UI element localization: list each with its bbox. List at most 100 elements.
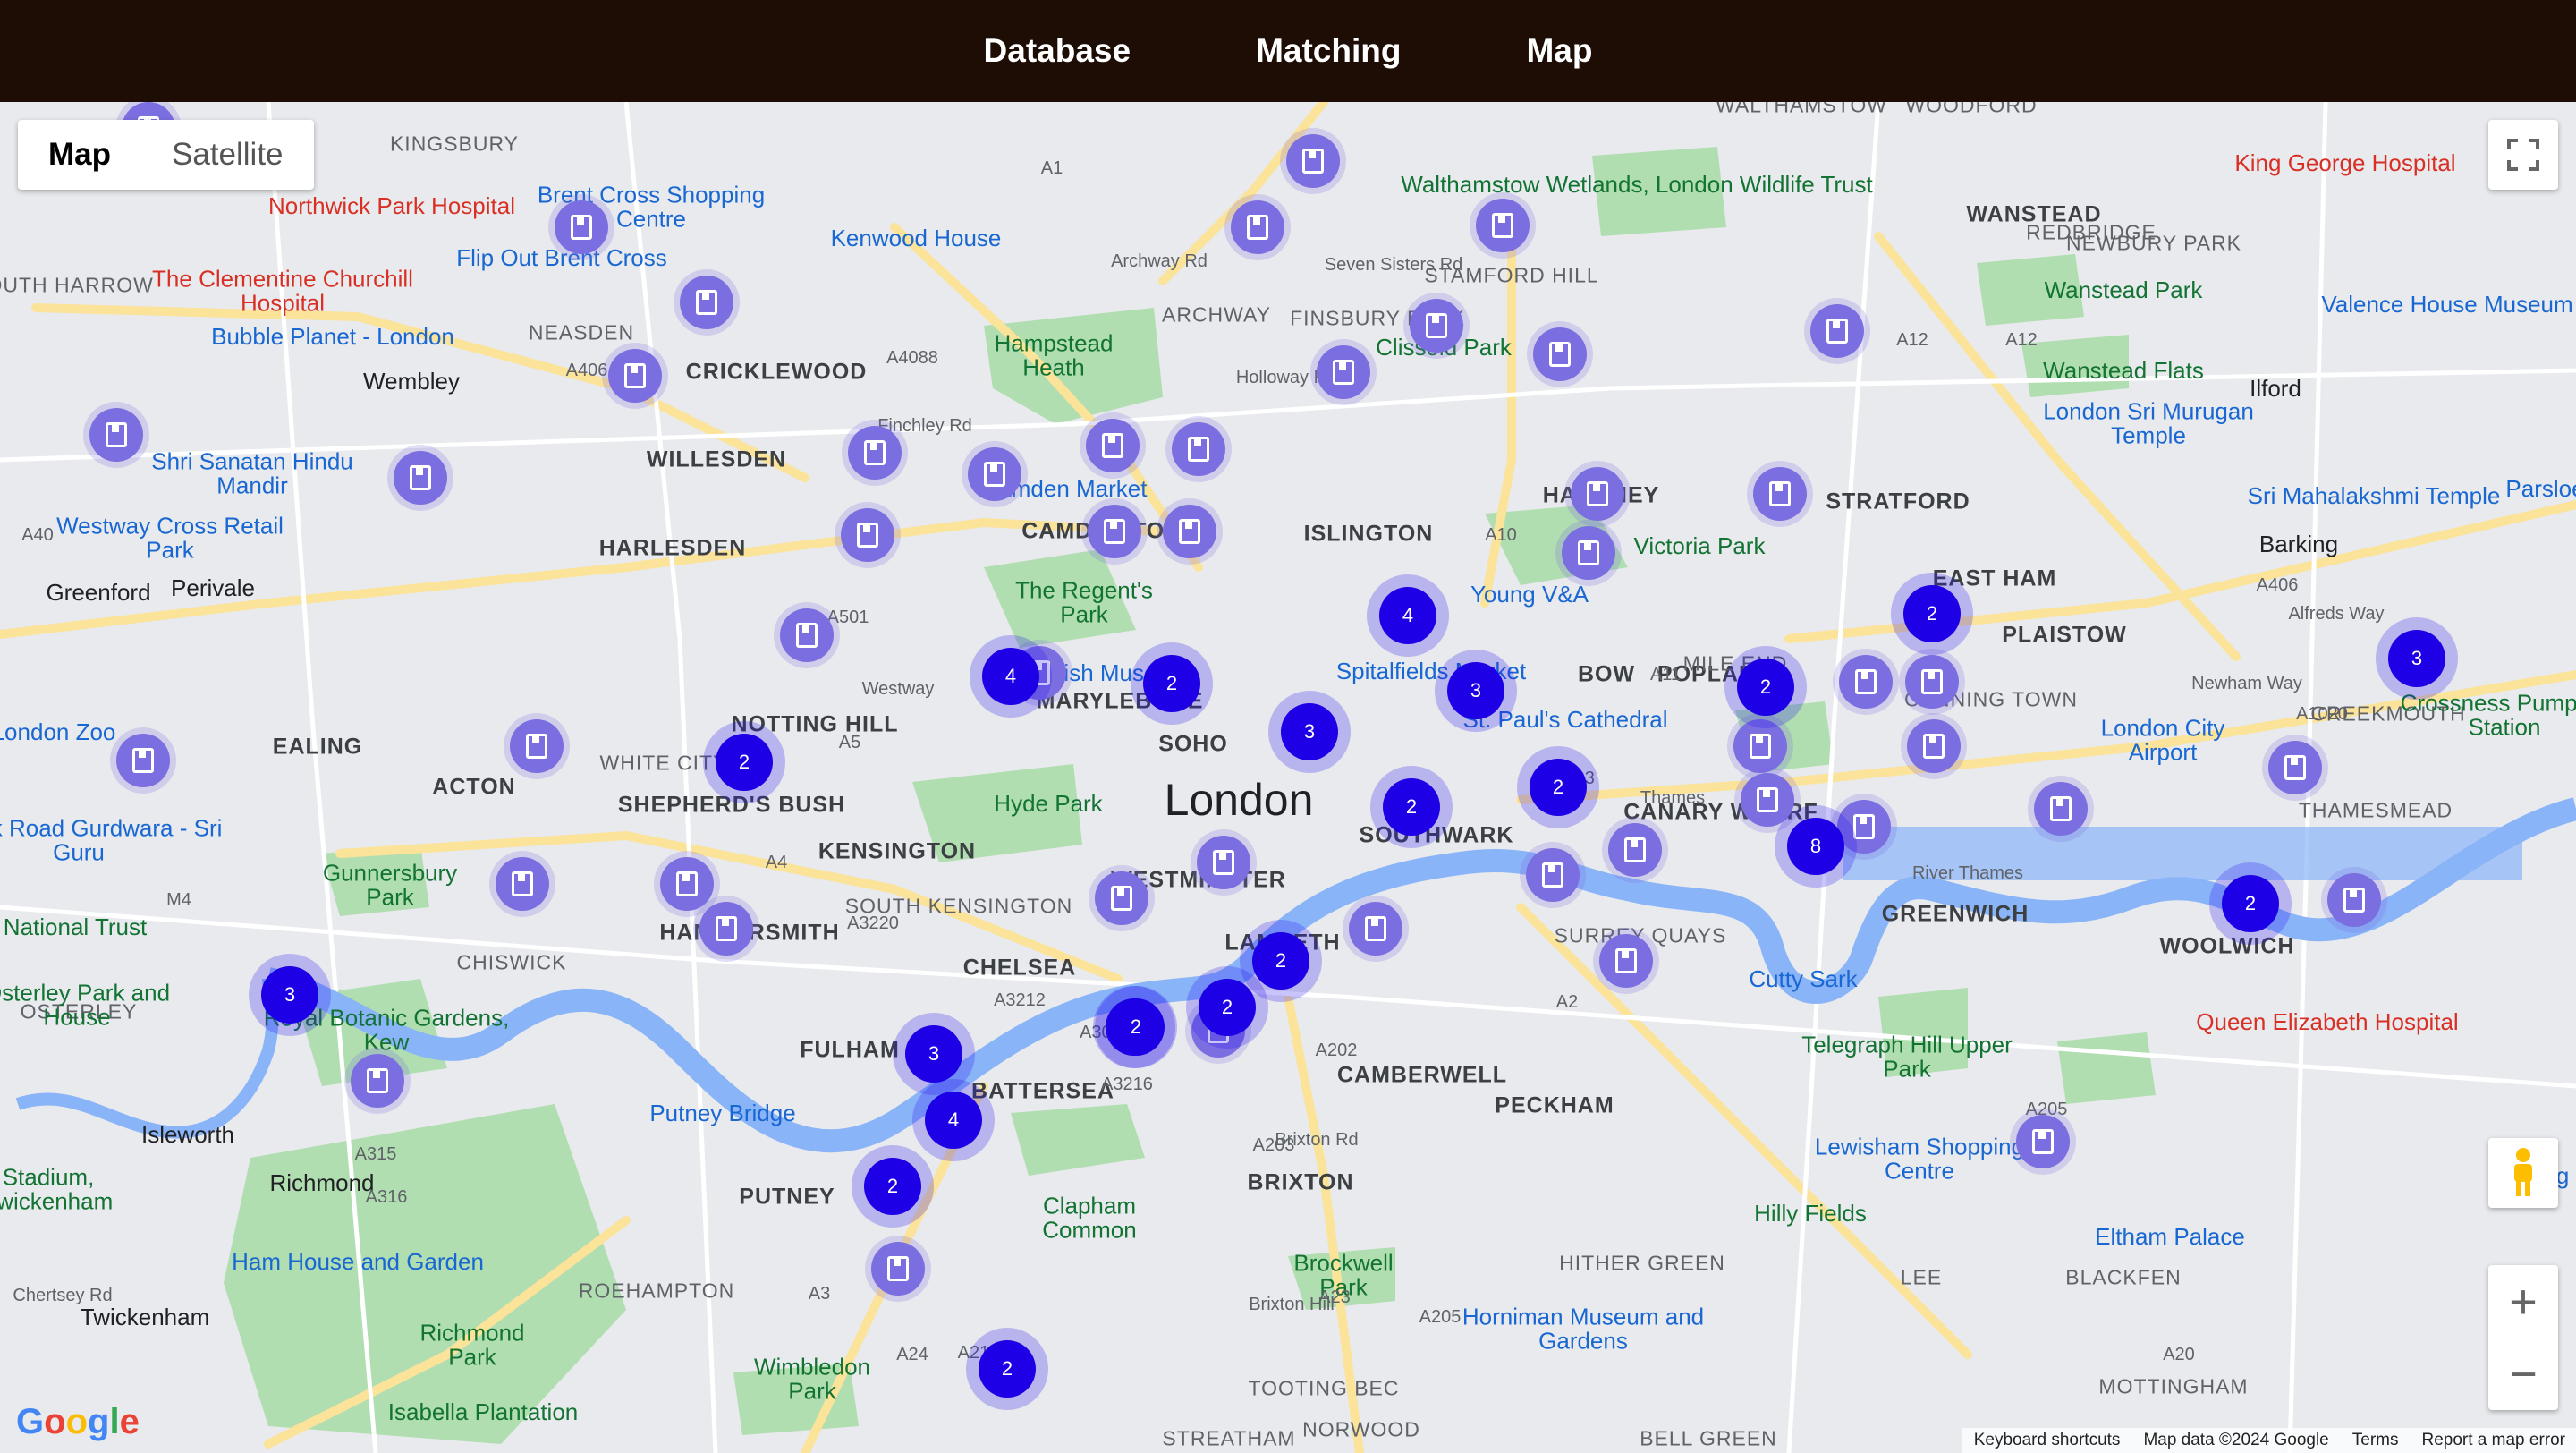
fullscreen-button[interactable] [2488,120,2558,190]
map-label: Telegraph Hill Upper Park [1801,1031,2012,1083]
book-icon [2016,1115,2070,1168]
library-marker[interactable] [1224,194,1291,260]
marker-cluster[interactable]: 2 [1517,746,1599,828]
library-marker[interactable] [1280,128,1346,194]
map-label: Putney Bridge [649,1100,796,1126]
map-type-satellite-button[interactable]: Satellite [141,120,314,190]
library-marker[interactable] [1833,649,1899,715]
zoom-in-button[interactable]: + [2488,1266,2558,1338]
nav-map[interactable]: Map [1526,32,1592,70]
library-marker[interactable] [1602,817,1668,883]
library-marker[interactable] [2321,867,2387,933]
library-marker[interactable] [1901,713,1967,779]
marker-cluster[interactable]: 2 [852,1145,934,1228]
nav-database[interactable]: Database [984,32,1131,70]
library-marker[interactable] [1899,649,1965,715]
library-marker[interactable] [602,343,668,409]
marker-cluster[interactable]: 3 [893,1013,975,1095]
library-marker[interactable] [774,602,840,668]
library-marker[interactable] [674,269,740,336]
library-marker[interactable] [842,420,908,486]
map-label: Chertsey Rd [13,1286,113,1305]
library-marker[interactable] [1191,829,1257,896]
library-marker[interactable] [1747,461,1813,527]
library-marker[interactable] [387,445,453,511]
marker-cluster[interactable]: 2 [1240,920,1322,1002]
map-label: Stadium, Twickenham [0,1163,114,1215]
library-marker[interactable] [962,441,1028,507]
marker-cluster[interactable]: 2 [703,721,785,803]
marker-cluster[interactable]: 8 [1775,805,1857,888]
marker-cluster[interactable]: 4 [1367,574,1449,657]
zoom-out-button[interactable]: − [2488,1338,2558,1410]
library-marker[interactable] [1403,293,1470,359]
library-marker[interactable] [1343,896,1409,962]
map-label: PLAISTOW [2002,622,2127,648]
library-marker[interactable] [1080,412,1146,479]
library-marker[interactable] [1593,928,1659,994]
library-marker[interactable] [1310,339,1377,405]
cluster-count: 8 [1787,818,1844,875]
nav-matching[interactable]: Matching [1256,32,1401,70]
map-label: A5 [838,733,861,752]
map-label: Crossness Pumping Station [2400,689,2576,741]
library-marker[interactable] [865,1236,931,1302]
library-marker[interactable] [1081,498,1148,565]
terms-link[interactable]: Terms [2352,1431,2399,1450]
library-marker[interactable] [2028,776,2094,842]
library-marker[interactable] [110,727,176,794]
google-logo[interactable]: Google [16,1402,140,1442]
marker-cluster[interactable]: 2 [1131,642,1213,725]
library-marker[interactable] [1804,298,1870,364]
book-icon [1197,836,1250,889]
marker-cluster[interactable]: 2 [1724,646,1807,728]
marker-cluster[interactable]: 2 [1370,766,1453,848]
map-label: A4088 [886,348,938,368]
library-marker[interactable] [1555,520,1622,586]
library-marker[interactable] [1165,416,1232,482]
map-type-map-button[interactable]: Map [18,120,141,190]
library-marker[interactable] [1527,321,1593,387]
library-marker[interactable] [489,851,555,917]
book-icon [1088,505,1141,558]
library-marker[interactable] [344,1048,411,1114]
library-marker[interactable] [548,194,614,260]
library-marker[interactable] [693,896,759,962]
map-label: A202 [1315,1041,1358,1060]
marker-cluster[interactable]: 2 [966,1328,1048,1410]
library-marker[interactable] [504,713,570,779]
map-label: The Clementine Churchill Hospital [152,265,413,317]
map-label: Kenwood House [830,225,1002,251]
library-marker[interactable] [835,502,901,568]
library-marker[interactable] [2262,735,2328,801]
map-label: Horniman Museum and Gardens [1462,1303,1705,1355]
map-label: A3216 [1101,1075,1153,1094]
library-marker[interactable] [1520,842,1586,908]
library-marker[interactable] [1564,461,1631,527]
marker-cluster[interactable]: 2 [1891,573,1973,655]
marker-cluster[interactable]: 4 [970,635,1052,718]
report-map-error-link[interactable]: Report a map error [2421,1431,2565,1450]
map-canvas[interactable]: London CRICKLEWOOD WILLESDEN HARLESDEN NOTTI… [0,102,2576,1453]
marker-cluster[interactable]: 3 [1435,650,1517,732]
book-icon [680,276,733,329]
map-label: NEWBURY PARK [2065,231,2242,255]
map-label: A316 [365,1187,408,1207]
map-label: Richmond Park [419,1319,525,1371]
library-marker[interactable] [83,402,149,468]
marker-cluster[interactable]: 2 [2209,862,2292,945]
book-icon [496,857,549,911]
keyboard-shortcuts-link[interactable]: Keyboard shortcuts [1974,1431,2121,1450]
pegman-icon [2514,1148,2532,1196]
marker-cluster[interactable]: 3 [249,954,331,1036]
library-marker[interactable] [1157,498,1223,565]
library-marker[interactable] [1089,865,1155,931]
library-marker[interactable] [2010,1109,2076,1175]
marker-cluster[interactable]: 3 [2376,617,2458,700]
library-marker[interactable] [1470,192,1536,259]
map-label: Hyde Park [994,790,1103,817]
marker-cluster[interactable]: 3 [1268,691,1351,773]
marker-cluster[interactable]: 2 [1095,986,1177,1068]
pegman-button[interactable] [2488,1138,2558,1208]
map-label: Wembley [363,368,460,395]
